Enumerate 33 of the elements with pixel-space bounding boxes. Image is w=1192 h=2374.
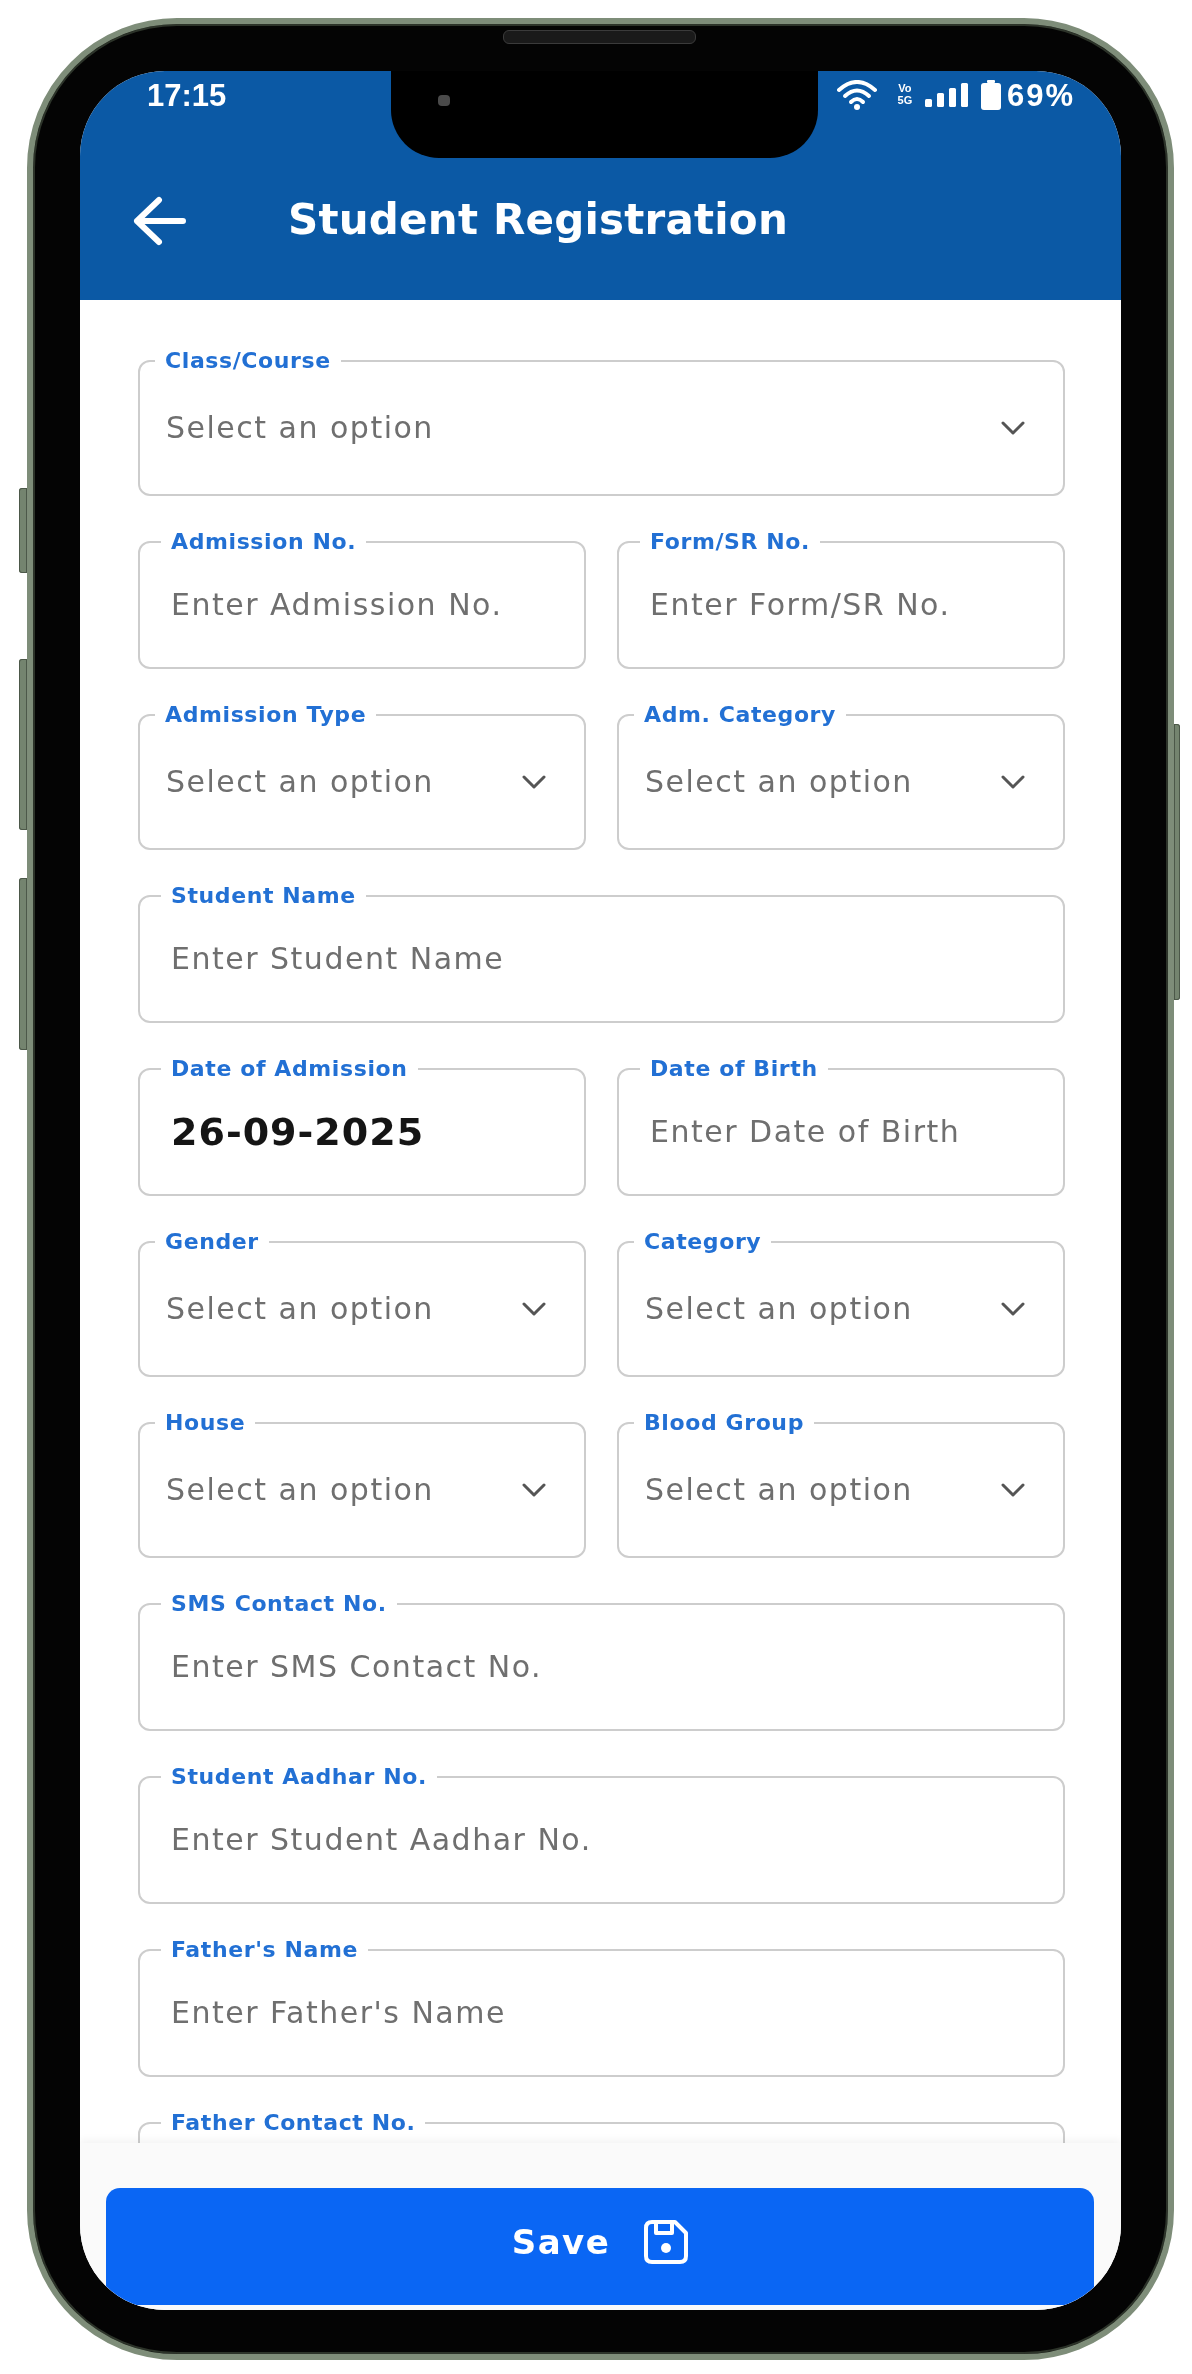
chevron-down-icon — [522, 1483, 546, 1497]
field-label: Blood Group — [643, 1409, 805, 1437]
field-label: House — [164, 1409, 247, 1437]
chevron-down-icon — [1001, 1302, 1025, 1316]
chevron-down-icon — [522, 1302, 546, 1316]
field-label: Date of Admission — [170, 1055, 409, 1083]
arrow-left-icon — [133, 195, 187, 246]
field-label: Admission Type — [164, 701, 368, 729]
field-label: Gender — [164, 1228, 260, 1256]
field-label: Student Name — [170, 882, 357, 910]
field-label: Adm. Category — [643, 701, 837, 729]
network-type-label: Vo 5G — [896, 83, 914, 107]
screen-title: Student Registration — [288, 195, 789, 246]
field-label: Admission No. — [170, 528, 358, 556]
battery-percentage: 69% — [1006, 79, 1075, 111]
save-button[interactable]: Save — [106, 2188, 1094, 2305]
back-button[interactable] — [133, 195, 187, 246]
field-label: Father's Name — [170, 1936, 359, 1964]
battery-icon — [980, 80, 1001, 110]
chevron-down-icon — [1001, 1483, 1025, 1497]
field-label: SMS Contact No. — [170, 1590, 388, 1618]
status-time: 17:15 — [147, 79, 227, 111]
field-label: Father Contact No. — [170, 2109, 417, 2137]
signal-icon — [924, 83, 969, 107]
chevron-down-icon — [1001, 421, 1025, 435]
wifi-icon — [836, 80, 877, 110]
chevron-down-icon — [1001, 775, 1025, 789]
chevron-down-icon — [522, 775, 546, 789]
field-label: Category — [643, 1228, 763, 1256]
field-label: Form/SR No. — [649, 528, 811, 556]
field-label: Class/Course — [164, 347, 332, 375]
field-label: Student Aadhar No. — [170, 1763, 428, 1791]
field-label: Date of Birth — [649, 1055, 819, 1083]
